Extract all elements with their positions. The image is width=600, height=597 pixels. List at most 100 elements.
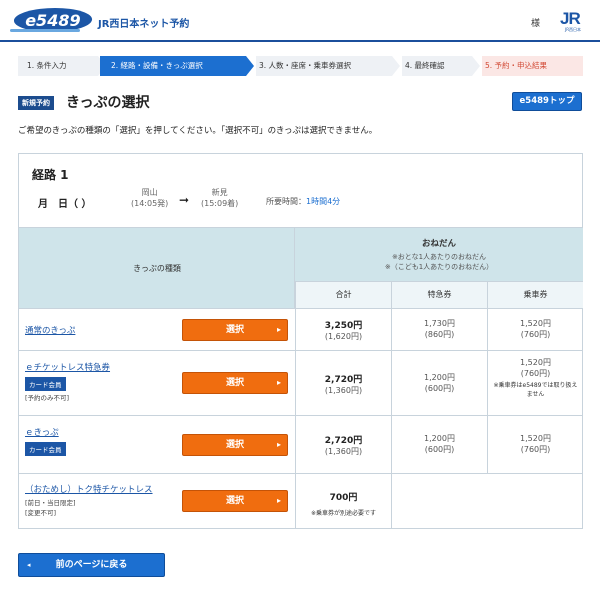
select-button[interactable]: 選択 ▸ — [182, 319, 288, 341]
ticket-name-link[interactable]: ｅチケットレス特急券 — [25, 361, 110, 373]
duration-value: 1時間4分 — [306, 197, 341, 206]
ticket-note: [予約のみ不可] — [25, 394, 70, 402]
price-express-cell: 1,200円 (600円) — [391, 351, 487, 415]
empty-price-cell — [391, 474, 583, 529]
back-button[interactable]: ◂ 前のページに戻る — [18, 553, 165, 577]
ticket-note-line: [前日・当日限定] — [25, 499, 76, 507]
jr-west-logo: JR JR西日本 — [560, 10, 586, 32]
route-title: 経路 1 — [32, 168, 69, 182]
card-member-badge: カード会員 — [25, 377, 66, 391]
logo-text: e5489 — [25, 11, 81, 30]
price-header-notes: ※おとな1人あたりのおねだん ※（こども1人あたりのおねだん） — [295, 252, 583, 272]
ticket-name-link[interactable]: ｅきっぷ — [25, 426, 59, 438]
step-arrow — [392, 56, 400, 76]
step-arrow — [246, 56, 254, 76]
price-fare: 1,520円 — [520, 434, 551, 443]
price-fare-cell: 1,520円 (760円) ※乗車券はe5489では取り扱えません — [487, 351, 583, 415]
select-button-label: 選択 — [225, 378, 244, 388]
price-total: 2,720円 — [324, 375, 363, 385]
card-member-badge: カード会員 — [25, 442, 66, 456]
step-2-current: 2. 経路・設備・きっぷ選択 — [100, 56, 246, 76]
price-total: 3,250円 — [324, 321, 363, 331]
arrow-right-icon: ➞ — [179, 193, 190, 207]
chevron-right-icon: ▸ — [276, 440, 281, 449]
ticket-type-header: きっぷの種類 — [19, 227, 295, 308]
col-total-header: 合計 — [295, 281, 391, 308]
select-button[interactable]: 選択 ▸ — [182, 372, 288, 394]
price-header: おねだん ※おとな1人あたりのおねだん ※（こども1人あたりのおねだん） — [295, 227, 583, 281]
select-button[interactable]: 選択 ▸ — [182, 490, 288, 512]
price-express-child: (860円) — [424, 330, 455, 339]
price-note-adult: ※おとな1人あたりのおねだん — [391, 253, 487, 261]
price-total: 2,720円 — [324, 436, 363, 446]
select-button-label: 選択 — [225, 440, 244, 450]
arrival-station: 新見 (15:09着) — [201, 187, 238, 209]
price-header-title: おねだん — [421, 239, 456, 249]
step-4: 4. 最終確認 — [402, 56, 472, 76]
table-row: （おためし）トク特チケットレス [前日・当日限定] [変更不可] 選択 ▸ 700… — [19, 473, 583, 529]
step-3: 3. 人数・座席・乗車券選択 — [256, 56, 392, 76]
travel-duration: 所要時間：1時間4分 — [266, 196, 340, 207]
fare-note: ※乗車券はe5489では取り扱えません — [493, 382, 578, 398]
price-fare: 1,520円 — [520, 319, 551, 328]
price-fare-child: (760円) — [520, 330, 551, 339]
price-fare-cell: 1,520円 (760円) — [487, 416, 583, 473]
step-5: 5. 予約・申込結果 — [482, 56, 583, 76]
ticket-note-line: [変更不可] — [25, 509, 57, 517]
price-total-cell: 2,720円 (1,360円) — [295, 351, 391, 415]
page-title: きっぷの選択 — [66, 95, 150, 111]
price-express: 1,730円 — [424, 319, 455, 328]
price-fare-child: (760円) — [520, 445, 551, 454]
back-button-label: 前のページに戻る — [55, 560, 128, 570]
departure-station: 岡山 (14:05発) — [131, 187, 168, 209]
price-express-child: (600円) — [424, 445, 455, 454]
select-button[interactable]: 選択 ▸ — [182, 434, 288, 456]
table-row: ｅチケットレス特急券 カード会員 [予約のみ不可] 選択 ▸ 2,720円 (1,… — [19, 350, 583, 415]
progress-steps: 1. 条件入力 2. 経路・設備・きっぷ選択 3. 人数・座席・乗車券選択 4.… — [18, 56, 583, 76]
price-total-child: (1,620円) — [324, 332, 363, 341]
price-fare: 1,520円 — [520, 358, 551, 367]
price-fare-child: (760円) — [520, 369, 551, 378]
jr-mark: JR — [560, 9, 581, 28]
chevron-right-icon: ▸ — [276, 325, 281, 334]
chevron-right-icon: ▸ — [276, 378, 281, 387]
logo-swoosh — [10, 29, 80, 32]
price-total-cell: 700円 ※乗車券が別途必要です — [295, 474, 391, 529]
total-note: ※乗車券が別途必要です — [310, 510, 377, 517]
step-arrow — [472, 56, 480, 76]
e5489-top-button[interactable]: e5489トップ — [512, 92, 582, 111]
chevron-left-icon: ◂ — [27, 561, 31, 569]
price-express-child: (600円) — [424, 384, 455, 393]
ticket-name-link[interactable]: 通常のきっぷ — [25, 324, 75, 336]
chevron-right-icon: ▸ — [276, 496, 281, 505]
price-total: 700円 — [329, 493, 358, 503]
site-header: e5489 JR西日本ネット予約 様 JR JR西日本 — [0, 0, 600, 42]
departure-time: (14:05発) — [131, 199, 169, 208]
route-panel: 経路 1 月 日（ ） 岡山 (14:05発) ➞ 新見 (15:09着) 所要… — [18, 153, 583, 529]
price-total-cell: 2,720円 (1,360円) — [295, 416, 391, 473]
arrival-time: (15:09着) — [201, 199, 239, 208]
step-1: 1. 条件入力 — [18, 56, 98, 76]
price-fare-cell: 1,520円 (760円) — [487, 309, 583, 350]
price-total-cell: 3,250円 (1,620円) — [295, 309, 391, 350]
ticket-note: [前日・当日限定] [変更不可] — [25, 498, 76, 518]
departure-station-name: 岡山 — [141, 188, 158, 197]
price-total-child: (1,360円) — [324, 386, 363, 395]
arrival-station-name: 新見 — [211, 188, 228, 197]
table-row: 通常のきっぷ 選択 ▸ 3,250円 (1,620円) 1,730円 (860円)… — [19, 308, 583, 350]
select-button-label: 選択 — [225, 496, 244, 506]
price-express: 1,200円 — [424, 434, 455, 443]
duration-label: 所要時間： — [266, 197, 306, 206]
col-fare-header: 乗車券 — [487, 281, 583, 308]
table-row: ｅきっぷ カード会員 選択 ▸ 2,720円 (1,360円) 1,200円 (6… — [19, 415, 583, 473]
select-button-label: 選択 — [225, 325, 244, 335]
price-total-child: (1,360円) — [324, 447, 363, 456]
price-express-cell: 1,200円 (600円) — [391, 416, 487, 473]
price-express-cell: 1,730円 (860円) — [391, 309, 487, 350]
ticket-type-header-label: きっぷの種類 — [133, 264, 181, 273]
price-express: 1,200円 — [424, 373, 455, 382]
user-name-label: 様 — [531, 19, 541, 29]
price-note-child: ※（こども1人あたりのおねだん） — [384, 263, 494, 271]
ticket-name-link[interactable]: （おためし）トク特チケットレス — [25, 483, 153, 495]
site-title: JR西日本ネット予約 — [98, 19, 190, 30]
